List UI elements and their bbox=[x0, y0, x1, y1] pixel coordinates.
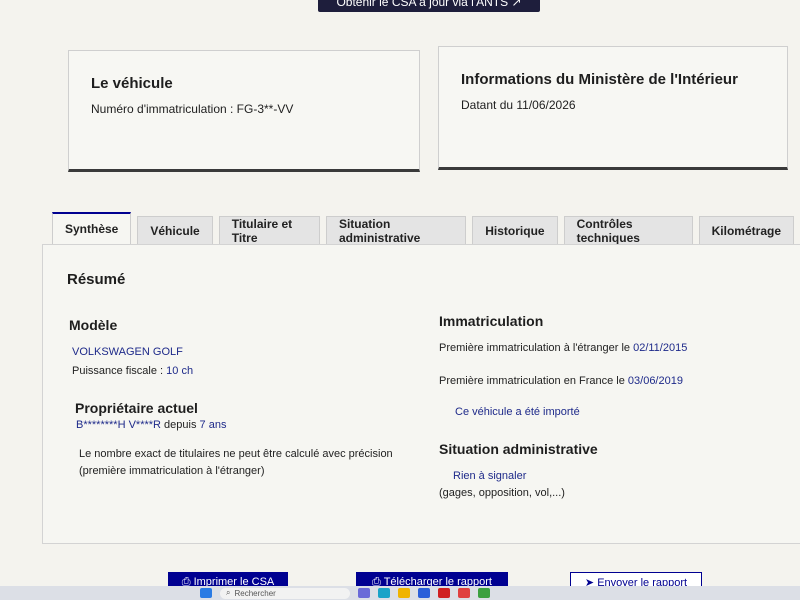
fiscal-power-value: 10 ch bbox=[166, 365, 194, 377]
imported-link[interactable]: Ce véhicule a été importé bbox=[455, 406, 580, 418]
app-icon[interactable] bbox=[438, 588, 450, 598]
edge-icon[interactable] bbox=[378, 588, 390, 598]
taskbar-search-placeholder: Rechercher bbox=[234, 588, 276, 598]
tab-historique[interactable]: Historique bbox=[472, 216, 558, 244]
model-heading: Modèle bbox=[69, 317, 118, 333]
abroad-date: 02/11/2015 bbox=[633, 342, 688, 354]
owner-heading: Propriétaire actuel bbox=[75, 400, 198, 416]
model-name: VOLKSWAGEN GOLF bbox=[72, 346, 183, 358]
vehicle-card-title: Le véhicule bbox=[91, 75, 173, 92]
france-date: 03/06/2019 bbox=[627, 375, 683, 387]
tab-controles-techniques[interactable]: Contrôles techniques bbox=[563, 216, 693, 245]
owner-since-value: 7 ans bbox=[199, 419, 227, 431]
abroad-label: Première immatriculation à l'étranger le bbox=[439, 342, 634, 354]
ministry-card-title: Informations du Ministère de l'Intérieur bbox=[461, 71, 738, 88]
opera-icon[interactable] bbox=[458, 588, 470, 598]
tab-synthese[interactable]: Synthèse bbox=[52, 212, 132, 244]
ministry-card: Informations du Ministère de l'Intérieur… bbox=[438, 46, 788, 170]
file-explorer-icon[interactable] bbox=[398, 588, 410, 598]
admin-status-link[interactable]: Rien à signaler bbox=[453, 470, 526, 482]
windows-start-icon[interactable] bbox=[200, 588, 212, 598]
admin-details: (gages, opposition, vol,...) bbox=[439, 487, 565, 499]
first-registration-abroad: Première immatriculation à l'étranger le… bbox=[439, 342, 687, 354]
vehicle-card: Le véhicule Numéro d'immatriculation : F… bbox=[68, 50, 420, 172]
owner-name: B********H V****R bbox=[76, 419, 161, 431]
taskbar-search[interactable]: ⌕ Rechercher bbox=[220, 587, 350, 599]
tab-situation-administrative[interactable]: Situation administrative bbox=[325, 216, 467, 245]
owner-note-line1: Le nombre exact de titulaires ne peut êt… bbox=[79, 448, 393, 460]
owner-note-line2: (première immatriculation à l'étranger) bbox=[79, 465, 265, 477]
taskbar: ⌕ Rechercher bbox=[0, 586, 800, 600]
tab-bar: Synthèse Véhicule Titulaire et Titre Sit… bbox=[52, 212, 800, 245]
owner-since-label: depuis bbox=[161, 419, 200, 431]
fiscal-power: Puissance fiscale : 10 ch bbox=[72, 365, 193, 377]
tab-vehicule[interactable]: Véhicule bbox=[137, 216, 213, 244]
fiscal-power-label: Puissance fiscale : bbox=[72, 365, 167, 377]
search-icon: ⌕ bbox=[226, 588, 231, 597]
summary-title: Résumé bbox=[67, 271, 126, 288]
plate-number: Numéro d'immatriculation : FG-3**-VV bbox=[91, 102, 294, 116]
tab-titulaire-titre[interactable]: Titulaire et Titre bbox=[218, 216, 320, 245]
first-registration-france: Première immatriculation en France le 03… bbox=[439, 375, 683, 387]
store-icon[interactable] bbox=[418, 588, 430, 598]
get-csa-button[interactable]: Obtenir le CSA à jour via l'ANTS ↗ bbox=[318, 0, 540, 12]
tab-kilometrage[interactable]: Kilométrage bbox=[698, 216, 794, 244]
france-label: Première immatriculation en France le bbox=[439, 375, 628, 387]
synthese-panel: Résumé Modèle VOLKSWAGEN GOLF Puissance … bbox=[42, 244, 800, 544]
admin-heading: Situation administrative bbox=[439, 441, 598, 457]
ministry-date: Datant du 11/06/2026 bbox=[461, 98, 576, 112]
teams-icon[interactable] bbox=[358, 588, 370, 598]
chrome-icon[interactable] bbox=[478, 588, 490, 598]
registration-heading: Immatriculation bbox=[439, 313, 544, 329]
owner-line: B********H V****R depuis 7 ans bbox=[76, 419, 226, 431]
